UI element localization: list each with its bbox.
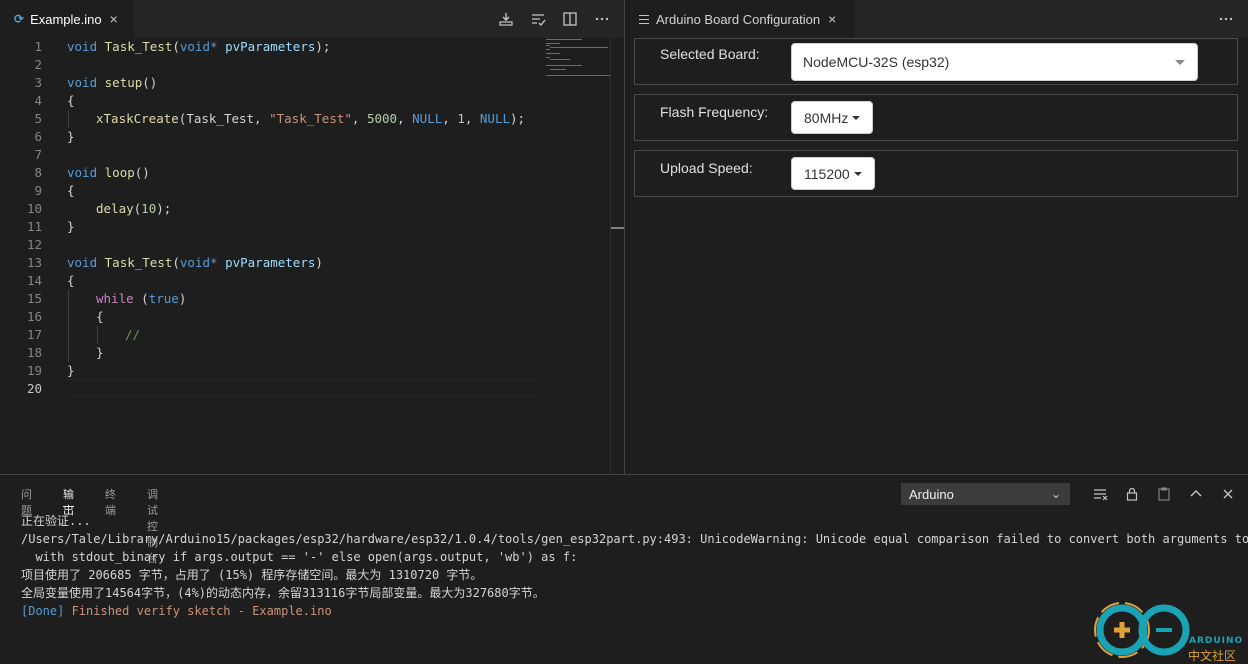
board-select-value: NodeMCU-32S (esp32) [803, 54, 950, 70]
output-panel: 问题 输出 终端 调试控制台 Arduino ⌄ 正在验证... /Users/… [0, 474, 1248, 664]
flash-frequency-dropdown[interactable]: 80MHz [791, 101, 874, 134]
caret-down-icon [852, 115, 861, 120]
code-line: 1 void Task_Test(void* pvParameters); [34, 39, 331, 54]
output-done-line: [Done] Finished verify sketch - Example.… [21, 602, 1248, 620]
code-line: 2 [34, 57, 42, 72]
minimap[interactable] [544, 38, 610, 78]
output-line: 正在验证... [21, 514, 91, 528]
code-line: 16{ [26, 309, 104, 324]
flash-frequency-value: 80MHz [804, 109, 849, 126]
code-area[interactable]: 1 void Task_Test(void* pvParameters); 2 3… [0, 38, 540, 474]
more-icon[interactable] [594, 11, 610, 27]
output-line: 项目使用了 206685 字节，占用了 (15%) 程序存储空间。最大为 131… [21, 568, 483, 582]
code-line: 4{ [34, 93, 75, 108]
code-line: 15 while (true) [26, 291, 187, 306]
selected-board-row: Selected Board: NodeMCU-32S (esp32) [634, 38, 1238, 85]
code-line: 11} [26, 219, 75, 234]
close-icon[interactable]: × [828, 11, 836, 27]
watermark-brand: ARDUINO [1189, 636, 1244, 646]
code-line: 20 [26, 381, 42, 396]
output-line: 全局变量使用了14564字节，(4%)的动态内存，余留313116字节局部变量。… [21, 586, 545, 600]
code-line: 6} [34, 129, 75, 144]
arduino-logo-icon [1094, 602, 1190, 658]
clear-output-icon[interactable] [1092, 486, 1108, 502]
preview-icon [639, 14, 649, 24]
verify-icon[interactable] [530, 11, 546, 27]
code-line: 17// [26, 327, 141, 342]
scrollbar-thumb[interactable] [611, 227, 624, 229]
output-channel-value: Arduino [909, 486, 954, 502]
chevron-up-icon[interactable] [1188, 486, 1204, 502]
tab-label: Example.ino [30, 11, 102, 27]
close-icon[interactable]: × [110, 11, 118, 27]
code-line: 9{ [34, 183, 75, 198]
tab-example-ino[interactable]: ⟳ Example.ino × [0, 0, 134, 38]
upload-icon[interactable] [498, 11, 514, 27]
code-line: 5 xTaskCreate(Task_Test, "Task_Test", 500… [34, 111, 526, 126]
upload-speed-value: 115200 [804, 165, 850, 182]
upload-speed-row: Upload Speed: 115200 [634, 150, 1238, 197]
lock-icon[interactable] [1124, 486, 1140, 502]
caret-down-icon [853, 171, 862, 176]
board-select[interactable]: NodeMCU-32S (esp32) [791, 43, 1198, 81]
open-log-icon[interactable] [1156, 486, 1172, 502]
output-line: with stdout_binary if args.output == '-'… [21, 550, 578, 564]
code-line: 7 [34, 147, 42, 162]
chevron-down-icon [1175, 60, 1185, 65]
done-message: Finished verify sketch - Example.ino [64, 604, 332, 618]
code-line: 18} [26, 345, 104, 360]
flash-frequency-label: Flash Frequency: [660, 104, 769, 120]
code-line: 8 void loop() [34, 165, 150, 180]
editor-actions [482, 0, 610, 38]
code-line: 12 [26, 237, 42, 252]
output-log[interactable]: 正在验证... /Users/Tale/Library/Arduino15/pa… [21, 512, 1248, 620]
board-config-tabbar: Arduino Board Configuration × [625, 0, 1248, 38]
panel-actions [1076, 483, 1236, 505]
split-editor-icon[interactable] [562, 11, 578, 27]
arduino-cn-watermark: ARDUINO 中文社区 [1092, 600, 1244, 663]
flash-frequency-row: Flash Frequency: 80MHz [634, 94, 1238, 141]
chevron-down-icon: ⌄ [1050, 487, 1061, 501]
more-icon[interactable] [1218, 11, 1234, 27]
done-tag: [Done] [21, 604, 65, 618]
code-line: 14{ [26, 273, 75, 288]
output-line: /Users/Tale/Library/Arduino15/packages/e… [21, 532, 1248, 546]
upload-speed-dropdown[interactable]: 115200 [791, 157, 875, 190]
close-panel-icon[interactable] [1220, 486, 1236, 502]
board-config-group: Arduino Board Configuration × Selected B… [625, 0, 1248, 474]
code-editor-group: ⟳ Example.ino × 1 void Task_Test(void* pv… [0, 0, 624, 474]
code-line: 10 delay(10); [26, 201, 172, 216]
tab-board-config[interactable]: Arduino Board Configuration × [625, 0, 855, 38]
editor-tabbar: ⟳ Example.ino × [0, 0, 624, 38]
selected-board-label: Selected Board: [660, 46, 760, 62]
code-line: 3 void setup() [34, 75, 158, 90]
tab-label: Arduino Board Configuration [656, 11, 821, 27]
board-config-actions [1202, 0, 1234, 38]
code-line: 13 void Task_Test(void* pvParameters) [26, 255, 323, 270]
watermark-community: 中文社区 [1188, 649, 1237, 663]
code-line: 19} [26, 363, 75, 378]
arduino-file-icon: ⟳ [14, 12, 25, 26]
upload-speed-label: Upload Speed: [660, 160, 753, 176]
output-channel-select[interactable]: Arduino ⌄ [901, 483, 1070, 505]
editor-scrollbar[interactable] [610, 38, 624, 474]
